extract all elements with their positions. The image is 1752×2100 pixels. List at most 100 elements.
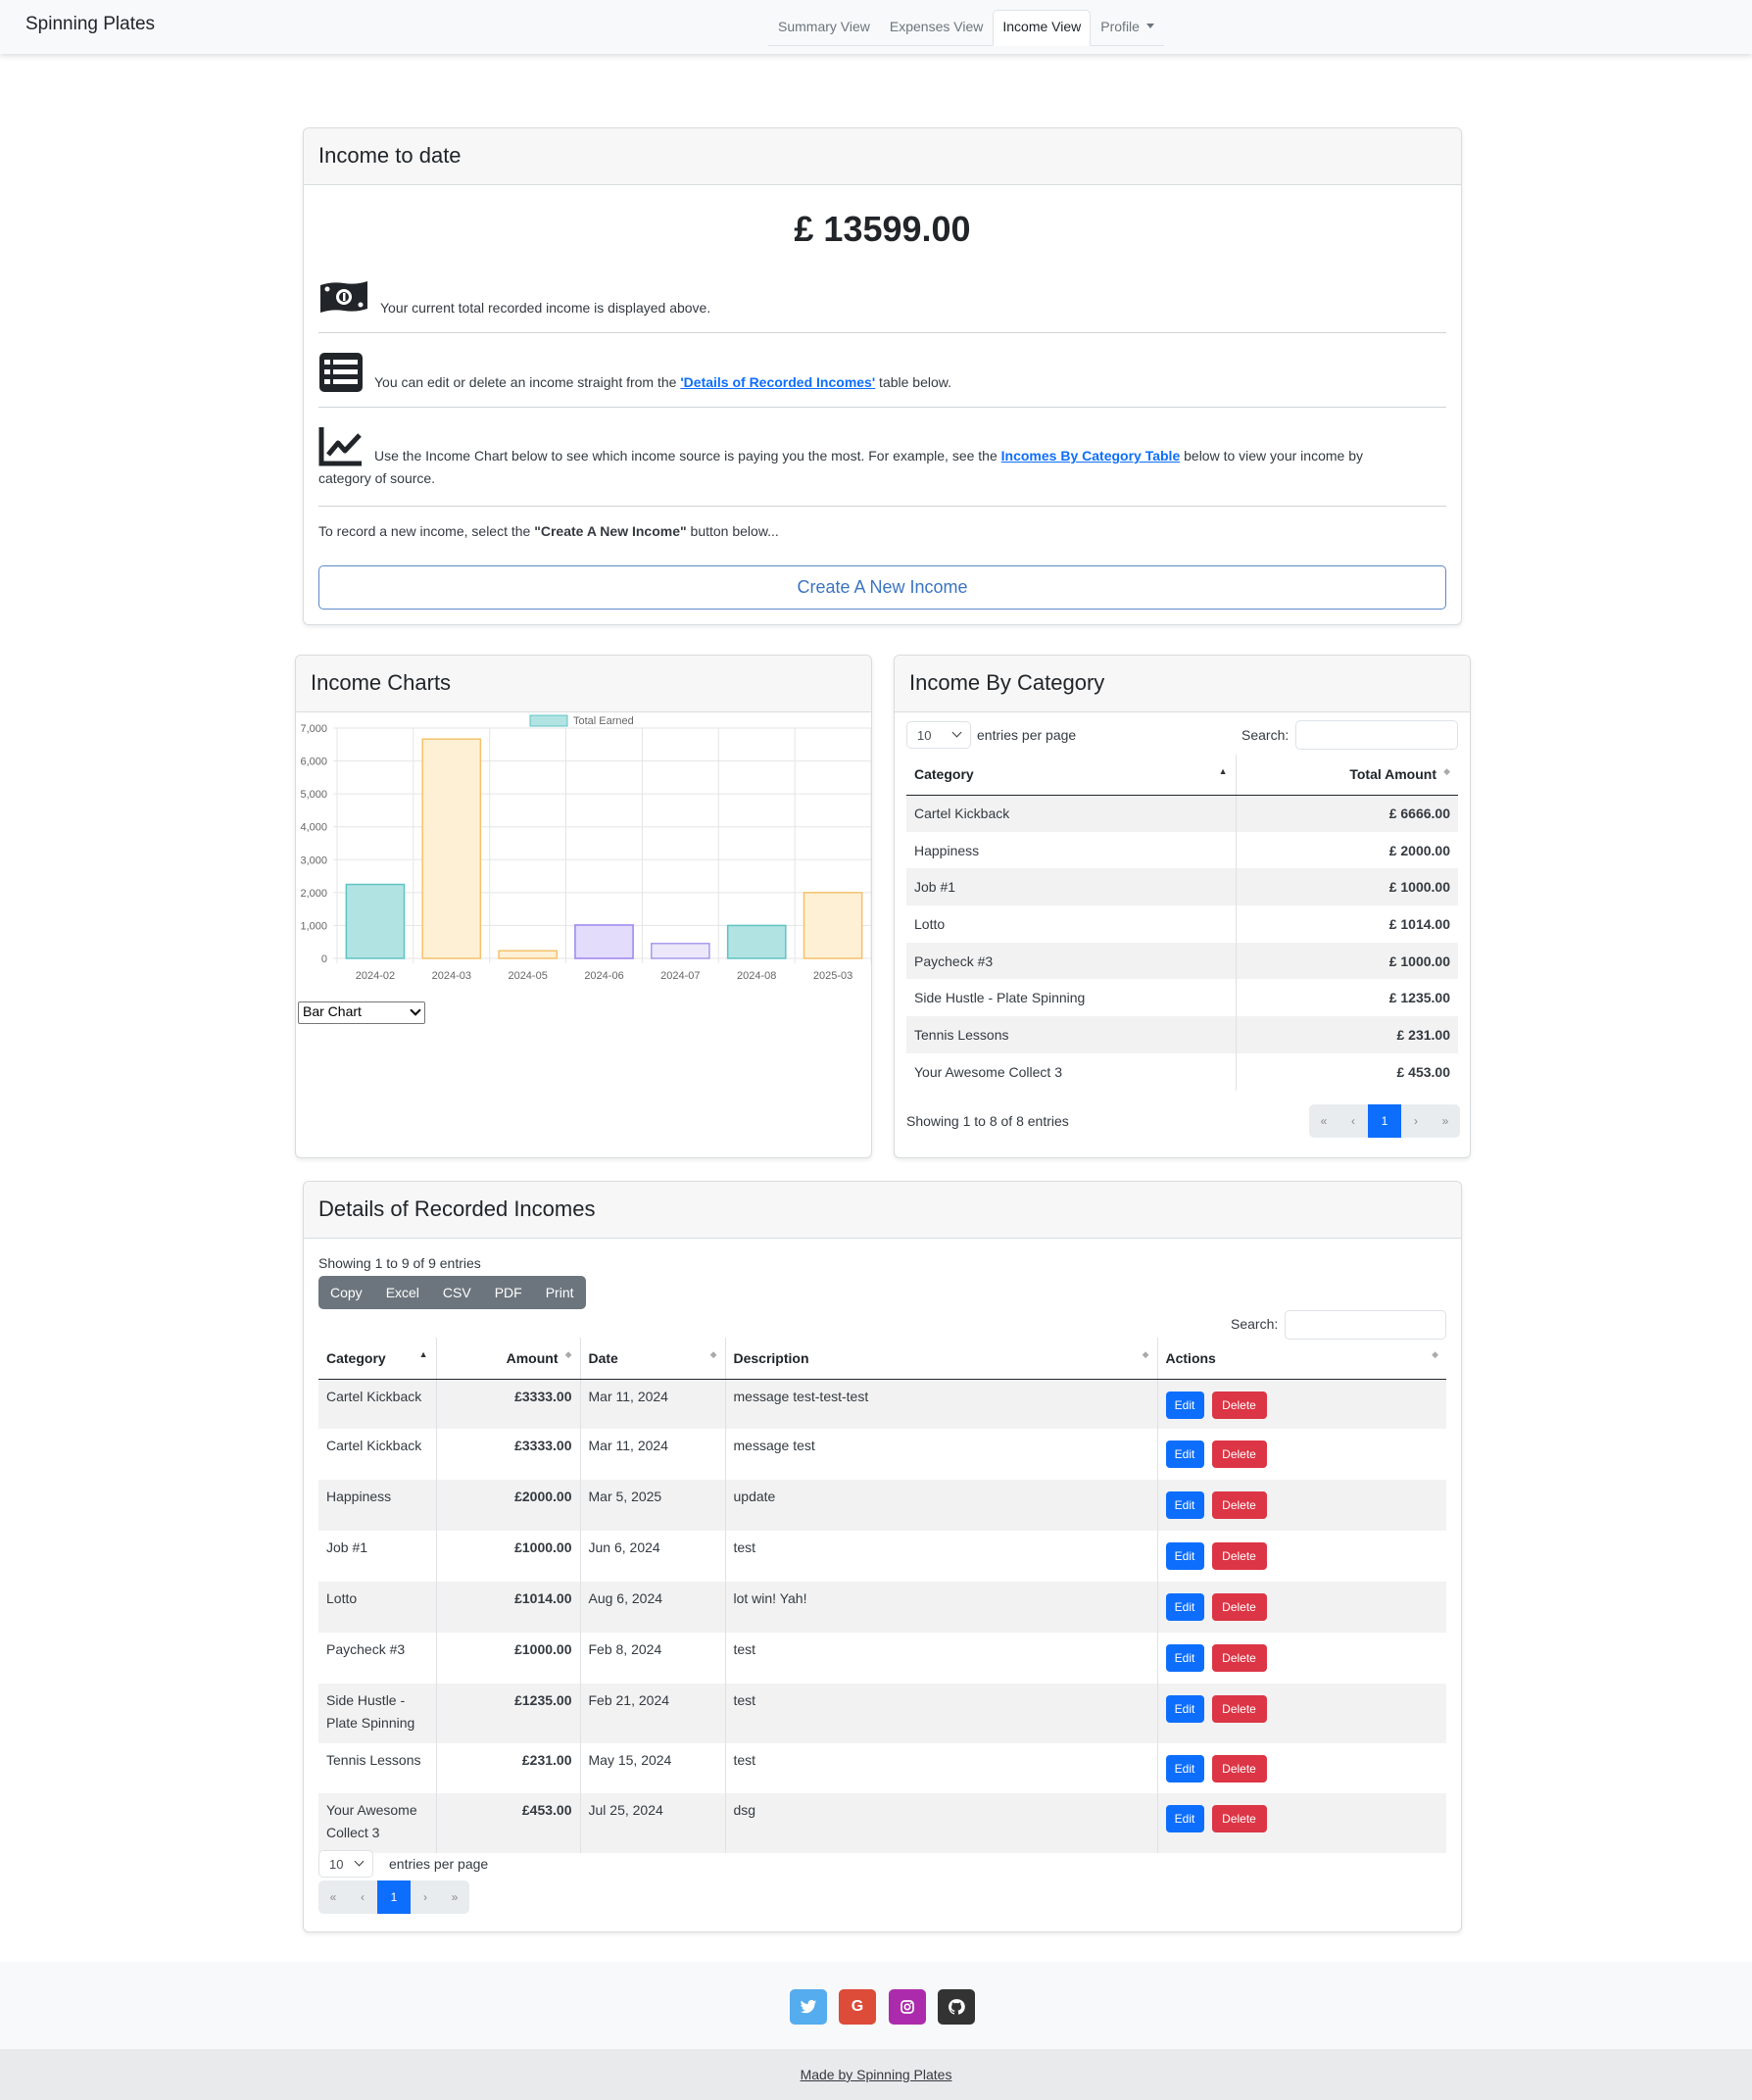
edit-button[interactable]: Edit bbox=[1165, 1542, 1204, 1570]
chevron-down-icon bbox=[410, 1004, 421, 1016]
last-page-button[interactable]: » bbox=[440, 1880, 469, 1914]
nav-tabs: Summary View Expenses View Income View P… bbox=[768, 10, 1164, 46]
info-create-text: To record a new income, select the "Crea… bbox=[318, 520, 779, 542]
table-row: Happiness £2000.00 Mar 5, 2025 update Edit De… bbox=[318, 1480, 1446, 1531]
tab-expenses-view[interactable]: Expenses View bbox=[880, 10, 993, 46]
prev-page-button[interactable]: ‹ bbox=[348, 1880, 377, 1914]
column-label: Amount bbox=[506, 1349, 559, 1366]
edit-button[interactable]: Edit bbox=[1165, 1644, 1204, 1672]
instagram-icon[interactable] bbox=[889, 1989, 926, 2025]
delete-button[interactable]: Delete bbox=[1211, 1441, 1267, 1468]
column-header-total-amount[interactable]: Total Amount ◆ bbox=[1236, 755, 1458, 796]
details-pagination: « ‹ 1 › » bbox=[318, 1880, 469, 1914]
sort-icon: ◆ bbox=[564, 1349, 572, 1359]
delete-button[interactable]: Delete bbox=[1211, 1593, 1267, 1621]
category-cell: Side Hustle - Plate Spinning bbox=[318, 1684, 437, 1743]
pdf-button[interactable]: PDF bbox=[483, 1276, 534, 1309]
create-income-button[interactable]: Create A New Income bbox=[318, 565, 1446, 610]
tab-profile[interactable]: Profile bbox=[1091, 10, 1164, 46]
edit-button[interactable]: Edit bbox=[1165, 1391, 1204, 1419]
table-row: Lotto £ 1014.00 bbox=[906, 905, 1458, 943]
edit-button[interactable]: Edit bbox=[1165, 1593, 1204, 1621]
info-create-pre: To record a new income, select the bbox=[318, 523, 535, 539]
actions-cell: Edit Delete bbox=[1157, 1582, 1446, 1633]
brand[interactable]: Spinning Plates bbox=[25, 14, 155, 35]
footer-credit: Made by Spinning Plates bbox=[0, 2049, 1752, 2100]
total-amount-cell: £ 453.00 bbox=[1396, 1063, 1451, 1080]
last-page-button[interactable]: » bbox=[1431, 1104, 1460, 1138]
bar bbox=[803, 892, 863, 959]
delete-button[interactable]: Delete bbox=[1211, 1491, 1267, 1519]
column-header-date[interactable]: Date ◆ bbox=[580, 1338, 726, 1380]
first-page-button[interactable]: « bbox=[1309, 1104, 1338, 1138]
info-edit-pre: You can edit or delete an income straigh… bbox=[374, 374, 681, 390]
details-table-link[interactable]: 'Details of Recorded Incomes' bbox=[680, 374, 875, 390]
column-header-category[interactable]: Category ▲ bbox=[318, 1338, 437, 1380]
delete-button[interactable]: Delete bbox=[1211, 1805, 1267, 1832]
category-cell: Side Hustle - Plate Spinning bbox=[906, 979, 1237, 1017]
actions-cell: Edit Delete bbox=[1157, 1684, 1446, 1743]
y-tick-label: 4,000 bbox=[300, 822, 327, 834]
category-cell: Lotto bbox=[906, 905, 1237, 943]
edit-button[interactable]: Edit bbox=[1165, 1441, 1204, 1468]
date-cell: Mar 11, 2024 bbox=[580, 1379, 726, 1429]
edit-button[interactable]: Edit bbox=[1165, 1695, 1204, 1723]
table-row: Tennis Lessons £231.00 May 15, 2024 test Edi… bbox=[318, 1743, 1446, 1793]
description-cell: test bbox=[725, 1531, 1158, 1582]
category-search-input[interactable] bbox=[1295, 720, 1458, 750]
chevron-down-icon bbox=[951, 727, 962, 738]
print-button[interactable]: Print bbox=[534, 1276, 586, 1309]
tab-summary-view[interactable]: Summary View bbox=[768, 10, 880, 46]
x-tick-label: 2024-08 bbox=[737, 970, 776, 982]
legend-swatch bbox=[529, 714, 568, 727]
sort-icon: ▲ bbox=[1218, 766, 1228, 776]
next-page-button[interactable]: › bbox=[411, 1880, 440, 1914]
table-row: Your Awesome Collect 3 £ 453.00 bbox=[906, 1052, 1458, 1091]
category-cell: Tennis Lessons bbox=[906, 1016, 1237, 1053]
edit-button[interactable]: Edit bbox=[1165, 1805, 1204, 1832]
first-page-button[interactable]: « bbox=[318, 1880, 348, 1914]
delete-button[interactable]: Delete bbox=[1211, 1391, 1267, 1419]
date-cell: Mar 5, 2025 bbox=[580, 1480, 726, 1531]
chart-type-select[interactable]: Bar Chart bbox=[298, 1001, 425, 1024]
date-cell: Jun 6, 2024 bbox=[580, 1531, 726, 1582]
google-icon[interactable]: G bbox=[839, 1989, 876, 2025]
entries-value: 10 bbox=[329, 1857, 344, 1872]
github-icon[interactable] bbox=[938, 1989, 975, 2025]
column-header-actions[interactable]: Actions ◆ bbox=[1157, 1338, 1446, 1380]
prev-page-button[interactable]: ‹ bbox=[1338, 1104, 1368, 1138]
line-chart-icon bbox=[318, 427, 362, 466]
column-header-amount[interactable]: Amount ◆ bbox=[436, 1338, 581, 1380]
copy-button[interactable]: Copy bbox=[318, 1276, 374, 1309]
income-bar-chart: Total Earned 7,000 6,000 5,000 4,000 3,000 2,0… bbox=[300, 714, 871, 982]
delete-button[interactable]: Delete bbox=[1211, 1755, 1267, 1783]
column-label: Category bbox=[914, 766, 974, 783]
bar bbox=[651, 943, 710, 959]
details-search-input[interactable] bbox=[1285, 1310, 1446, 1340]
column-header-category[interactable]: Category ▲ bbox=[906, 755, 1237, 796]
info-row-total: Your current total recorded income is di… bbox=[318, 277, 1446, 317]
table-row: Cartel Kickback £3333.00 Mar 11, 2024 messa… bbox=[318, 1429, 1446, 1480]
delete-button[interactable]: Delete bbox=[1211, 1644, 1267, 1672]
page-1-button[interactable]: 1 bbox=[377, 1880, 411, 1914]
total-income-amount: £ 13599.00 bbox=[794, 209, 971, 249]
twitter-icon[interactable] bbox=[790, 1989, 827, 2025]
delete-button[interactable]: Delete bbox=[1211, 1695, 1267, 1723]
csv-button[interactable]: CSV bbox=[431, 1276, 483, 1309]
next-page-button[interactable]: › bbox=[1401, 1104, 1431, 1138]
column-header-description[interactable]: Description ◆ bbox=[725, 1338, 1158, 1380]
excel-button[interactable]: Excel bbox=[374, 1276, 431, 1309]
category-cell: Job #1 bbox=[318, 1531, 437, 1582]
entries-per-page-select[interactable]: 10 bbox=[906, 721, 971, 749]
edit-button[interactable]: Edit bbox=[1165, 1491, 1204, 1519]
category-table-link[interactable]: Incomes By Category Table bbox=[1001, 448, 1181, 464]
edit-button[interactable]: Edit bbox=[1165, 1755, 1204, 1783]
entries-per-page-select[interactable]: 10 bbox=[318, 1850, 373, 1878]
table-row: Lotto £1014.00 Aug 6, 2024 lot win! Yah! Edi… bbox=[318, 1582, 1446, 1633]
tab-income-view[interactable]: Income View bbox=[993, 10, 1092, 46]
search-label: Search: bbox=[1241, 727, 1290, 743]
page-1-button[interactable]: 1 bbox=[1368, 1104, 1401, 1138]
credit-link[interactable]: Made by Spinning Plates bbox=[801, 2067, 952, 2082]
delete-button[interactable]: Delete bbox=[1211, 1542, 1267, 1570]
column-label: Category bbox=[326, 1349, 386, 1366]
